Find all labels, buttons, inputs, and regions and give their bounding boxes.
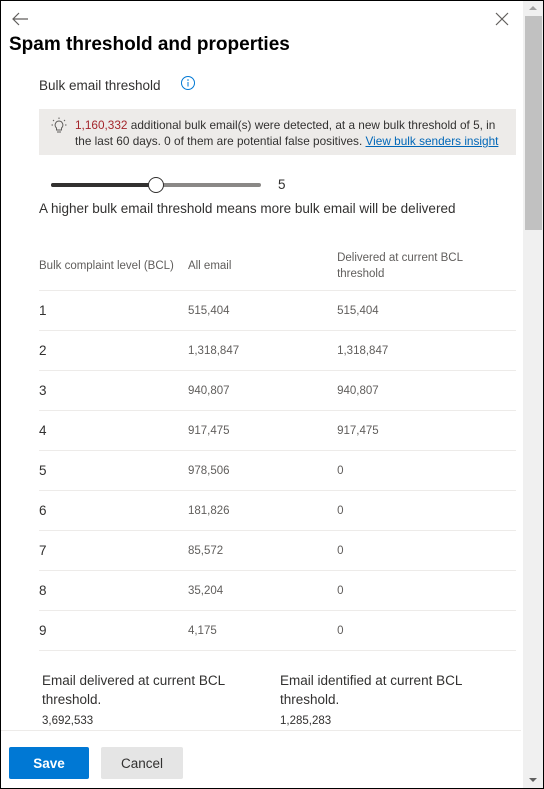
table-row: 5 978,506 0 — [39, 450, 516, 491]
slider-hint: A higher bulk email threshold means more… — [39, 201, 456, 216]
table-row: 7 85,572 0 — [39, 530, 516, 571]
triangle-up-icon — [529, 6, 537, 10]
bulk-threshold-label: Bulk email threshold — [39, 78, 161, 93]
summary-delivered-label: Email delivered at current BCL threshold… — [42, 673, 225, 707]
summary-identified-value: 1,285,283 — [280, 715, 332, 727]
bcl-level-cell: 5 — [39, 450, 188, 491]
delivered-cell: 0 — [337, 610, 516, 651]
all-email-cell: 35,204 — [187, 570, 338, 611]
summary-delivered-value: 3,692,533 — [42, 715, 94, 727]
bcl-level-cell: 4 — [39, 410, 188, 451]
bcl-level-cell: 6 — [39, 490, 188, 531]
view-bulk-senders-link[interactable]: View bulk senders insight — [366, 134, 499, 148]
slider-track-fill — [51, 183, 156, 187]
panel-footer: Save Cancel — [1, 730, 521, 788]
bcl-table: Bulk complaint level (BCL) All email Del… — [39, 242, 516, 651]
arrow-left-icon — [12, 12, 28, 26]
all-email-cell: 978,506 — [187, 450, 338, 491]
info-icon[interactable] — [180, 75, 196, 91]
table-row: 1 515,404 515,404 — [39, 290, 516, 331]
scroll-up-arrow[interactable] — [523, 1, 543, 15]
all-email-cell: 917,475 — [187, 410, 338, 451]
bcl-level-cell: 9 — [39, 610, 188, 651]
bcl-level-cell: 8 — [39, 570, 188, 611]
banner-message: 1,160,332 additional bulk email(s) were … — [75, 117, 515, 149]
triangle-down-icon — [529, 778, 537, 782]
slider-thumb[interactable] — [147, 177, 164, 193]
summary-identified-label: Email identified at current BCL threshol… — [280, 673, 462, 707]
lightbulb-icon — [51, 117, 67, 135]
delivered-cell: 0 — [337, 530, 516, 571]
scrollbar-thumb[interactable] — [525, 16, 542, 230]
table-row: 2 1,318,847 1,318,847 — [39, 330, 516, 371]
delivered-cell: 515,404 — [337, 290, 516, 331]
table-row: 4 917,475 917,475 — [39, 410, 516, 451]
table-header-row: Bulk complaint level (BCL) All email Del… — [39, 242, 516, 291]
close-button[interactable] — [493, 10, 511, 28]
delivered-cell: 0 — [337, 490, 516, 531]
column-header-all-email: All email — [187, 242, 338, 291]
info-banner: 1,160,332 additional bulk email(s) were … — [39, 109, 516, 155]
all-email-cell: 181,826 — [187, 490, 338, 531]
table-row: 9 4,175 0 — [39, 610, 516, 651]
table-row: 8 35,204 0 — [39, 570, 516, 611]
delivered-cell: 917,475 — [337, 410, 516, 451]
bulk-threshold-slider[interactable] — [51, 177, 263, 193]
all-email-cell: 85,572 — [187, 530, 338, 571]
column-header-bcl: Bulk complaint level (BCL) — [39, 242, 188, 291]
bcl-level-cell: 1 — [39, 290, 188, 331]
table-row: 6 181,826 0 — [39, 490, 516, 531]
delivered-cell: 940,807 — [337, 370, 516, 411]
delivered-cell: 0 — [337, 450, 516, 491]
close-icon — [495, 12, 509, 26]
save-button[interactable]: Save — [9, 747, 89, 779]
column-header-delivered: Delivered at current BCL threshold — [337, 242, 516, 291]
scroll-down-arrow[interactable] — [523, 773, 543, 787]
vertical-scrollbar[interactable] — [523, 1, 543, 788]
all-email-cell: 1,318,847 — [187, 330, 338, 371]
cancel-button[interactable]: Cancel — [101, 747, 183, 779]
delivered-cell: 1,318,847 — [337, 330, 516, 371]
all-email-cell: 4,175 — [187, 610, 338, 651]
spam-threshold-panel: Spam threshold and properties Bulk email… — [0, 0, 544, 789]
slider-value: 5 — [278, 177, 286, 192]
summary-identified: Email identified at current BCL threshol… — [280, 671, 480, 731]
all-email-cell: 940,807 — [187, 370, 338, 411]
summary-delivered: Email delivered at current BCL threshold… — [42, 671, 242, 731]
all-email-cell: 515,404 — [187, 290, 338, 331]
bcl-level-cell: 3 — [39, 370, 188, 411]
delivered-cell: 0 — [337, 570, 516, 611]
bcl-level-cell: 2 — [39, 330, 188, 371]
bulk-count: 1,160,332 — [75, 118, 128, 132]
back-button[interactable] — [10, 10, 30, 28]
table-row: 3 940,807 940,807 — [39, 370, 516, 411]
panel-title: Spam threshold and properties — [9, 34, 290, 55]
bcl-level-cell: 7 — [39, 530, 188, 571]
